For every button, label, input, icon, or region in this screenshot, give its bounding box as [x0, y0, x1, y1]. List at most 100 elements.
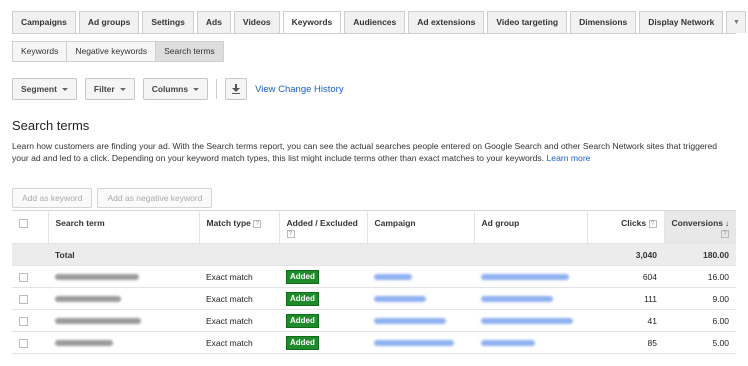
- search-terms-table: Search term Match type ? Added / Exclude…: [12, 210, 736, 354]
- header-conversions[interactable]: Conversions ↓?: [664, 210, 736, 244]
- blurred-campaign-link[interactable]: [374, 340, 454, 347]
- caret-down-icon: [61, 87, 68, 91]
- header-match-type-label: Match type: [206, 218, 251, 228]
- total-conversions: 180.00: [664, 243, 736, 266]
- header-search-term[interactable]: Search term: [48, 210, 200, 244]
- clicks-cell: 111: [587, 287, 664, 310]
- select-all-checkbox[interactable]: [19, 219, 28, 229]
- tab-audiences[interactable]: Audiences: [344, 11, 406, 33]
- blurred-ad-group-link[interactable]: [481, 274, 569, 281]
- match-type-cell: Exact match: [199, 309, 279, 332]
- subtabs: Keywords Negative keywords Search terms: [12, 41, 224, 62]
- blurred-search-term: [55, 296, 121, 303]
- subtab-keywords[interactable]: Keywords: [13, 42, 68, 61]
- description-text: Learn how customers are finding your ad.…: [12, 141, 718, 163]
- help-icon[interactable]: ?: [253, 219, 262, 228]
- help-icon[interactable]: ?: [648, 219, 657, 228]
- total-label: Total: [48, 243, 199, 266]
- row-checkbox[interactable]: [19, 316, 28, 326]
- row-checkbox[interactable]: [19, 272, 28, 282]
- blurred-search-term: [55, 340, 113, 347]
- columns-label: Columns: [151, 84, 189, 94]
- row-checkbox[interactable]: [19, 338, 28, 348]
- match-type-cell: Exact match: [199, 331, 279, 354]
- view-change-history-link[interactable]: View Change History: [255, 84, 344, 95]
- conversions-cell: 6.00: [664, 309, 736, 332]
- filter-button[interactable]: Filter: [84, 78, 135, 100]
- clicks-cell: 41: [587, 309, 664, 332]
- conversions-cell: 9.00: [664, 287, 736, 310]
- clicks-cell: 85: [587, 331, 664, 354]
- conversions-cell: 5.00: [664, 331, 736, 354]
- tab-video-targeting[interactable]: Video targeting: [487, 11, 568, 33]
- tab-videos[interactable]: Videos: [233, 11, 280, 33]
- more-tabs-dropdown[interactable]: ▼: [726, 11, 747, 33]
- blurred-campaign-link[interactable]: [374, 274, 412, 281]
- sort-descending-icon: ↓: [725, 219, 729, 228]
- blurred-search-term: [55, 318, 141, 325]
- chevron-down-icon: ▼: [732, 19, 740, 26]
- table-header-row: Search term Match type ? Added / Exclude…: [12, 210, 736, 244]
- match-type-cell: Exact match: [199, 287, 279, 310]
- blurred-campaign-link[interactable]: [374, 318, 446, 325]
- tab-dimensions[interactable]: Dimensions: [570, 11, 637, 33]
- blurred-ad-group-link[interactable]: [481, 340, 535, 347]
- filter-label: Filter: [93, 84, 115, 94]
- subtab-negative-keywords[interactable]: Negative keywords: [67, 42, 157, 61]
- header-campaign[interactable]: Campaign: [367, 210, 475, 244]
- page-title: Search terms: [12, 118, 90, 133]
- tab-display-network[interactable]: Display Network: [639, 11, 724, 33]
- main-tabs: Campaigns Ad groups Settings Ads Videos …: [12, 11, 748, 34]
- tab-ads[interactable]: Ads: [196, 11, 231, 33]
- added-badge: Added: [286, 313, 319, 328]
- toolbar-separator: [216, 79, 218, 99]
- header-clicks[interactable]: Clicks ?: [587, 210, 665, 244]
- select-all-cell: [12, 210, 49, 244]
- blurred-search-term: [55, 274, 139, 281]
- tab-ad-groups[interactable]: Ad groups: [78, 11, 140, 33]
- header-ad-group[interactable]: Ad group: [474, 210, 588, 244]
- tab-settings[interactable]: Settings: [142, 11, 194, 33]
- blurred-ad-group-link[interactable]: [481, 318, 573, 325]
- header-conversions-label: Conversions: [671, 218, 724, 228]
- table-row: Exact match Added 111 9.00: [12, 287, 736, 310]
- download-icon: [232, 84, 241, 94]
- total-row: Total 3,040 180.00: [12, 243, 736, 266]
- help-icon[interactable]: ?: [286, 229, 295, 238]
- match-type-cell: Exact match: [199, 265, 279, 288]
- segment-button[interactable]: Segment: [12, 78, 77, 100]
- header-clicks-label: Clicks: [621, 218, 647, 228]
- toolbar: Segment Filter Columns View Change Histo…: [12, 77, 344, 101]
- row-checkbox[interactable]: [19, 294, 28, 304]
- action-buttons: Add as keyword Add as negative keyword: [12, 188, 217, 208]
- segment-label: Segment: [21, 84, 57, 94]
- caret-down-icon: [119, 87, 126, 91]
- help-icon[interactable]: ?: [721, 229, 729, 238]
- blurred-ad-group-link[interactable]: [481, 296, 553, 303]
- tab-campaigns[interactable]: Campaigns: [12, 11, 76, 33]
- subtab-search-terms[interactable]: Search terms: [156, 42, 223, 61]
- header-added-excluded-label: Added / Excluded: [286, 218, 358, 228]
- blurred-campaign-link[interactable]: [374, 296, 426, 303]
- tabs-divider: [12, 33, 736, 34]
- caret-down-icon: [193, 87, 200, 91]
- tab-keywords[interactable]: Keywords: [282, 11, 342, 34]
- table-row: Exact match Added 41 6.00: [12, 309, 736, 332]
- columns-button[interactable]: Columns: [142, 78, 209, 100]
- download-button[interactable]: [225, 78, 248, 100]
- added-badge: Added: [286, 291, 319, 306]
- header-added-excluded[interactable]: Added / Excluded?: [279, 210, 368, 244]
- header-match-type[interactable]: Match type ?: [199, 210, 280, 244]
- clicks-cell: 604: [587, 265, 664, 288]
- total-clicks: 3,040: [587, 243, 664, 266]
- added-badge: Added: [286, 335, 319, 350]
- learn-more-link[interactable]: Learn more: [547, 153, 591, 163]
- conversions-cell: 16.00: [664, 265, 736, 288]
- add-as-keyword-button[interactable]: Add as keyword: [12, 188, 93, 208]
- added-badge: Added: [286, 269, 319, 284]
- table-row: Exact match Added 604 16.00: [12, 265, 736, 288]
- page-description: Learn how customers are finding your ad.…: [12, 140, 736, 164]
- tab-ad-extensions[interactable]: Ad extensions: [408, 11, 485, 33]
- add-as-negative-keyword-button[interactable]: Add as negative keyword: [97, 188, 213, 208]
- table-row: Exact match Added 85 5.00: [12, 331, 736, 354]
